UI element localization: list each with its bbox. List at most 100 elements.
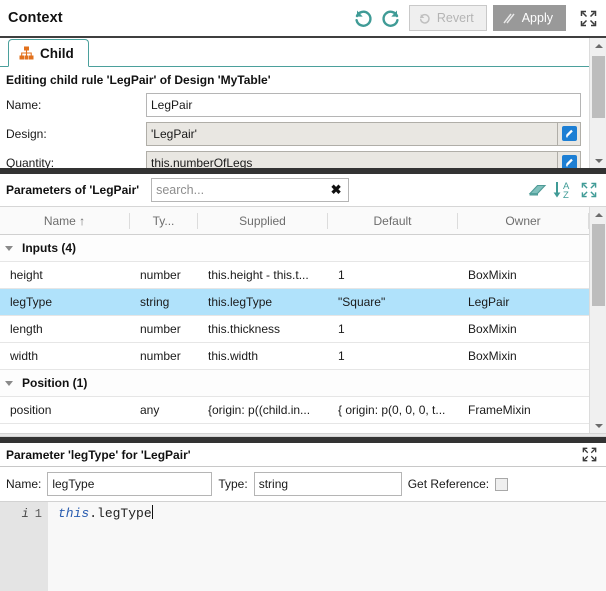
- scroll-up-arrow[interactable]: [590, 207, 606, 222]
- scroll-thumb[interactable]: [592, 56, 605, 118]
- cell-supplied: this.width: [208, 349, 259, 363]
- eraser-icon: [528, 184, 546, 195]
- search-input[interactable]: [151, 178, 350, 202]
- context-header: Context Revert Apply: [0, 0, 606, 38]
- cell-supplied: {origin: p((child.in...: [208, 403, 311, 417]
- eraser-button[interactable]: [524, 177, 550, 203]
- detail-name-input[interactable]: [47, 472, 213, 496]
- group-collapse-toggle[interactable]: [0, 380, 18, 386]
- svg-text:Z: Z: [563, 190, 569, 201]
- parameters-panel: Parameters of 'LegPair' ✖ A Z: [0, 174, 606, 433]
- detail-name-label: Name:: [6, 477, 42, 491]
- cell-name: position: [10, 403, 52, 417]
- gutter-line-1: i 1: [0, 505, 48, 523]
- code-line-1: this.legType: [48, 505, 606, 523]
- redo-button[interactable]: [377, 3, 405, 33]
- chevron-down-icon: [5, 245, 13, 251]
- cell-name: width: [10, 349, 39, 363]
- detail-title: Parameter 'legType' for 'LegPair': [6, 447, 191, 462]
- get-reference-checkbox[interactable]: [495, 477, 509, 491]
- group-collapse-toggle[interactable]: [0, 245, 18, 251]
- cell-default: 1: [338, 349, 345, 363]
- design-control: [146, 121, 581, 146]
- text-caret: [151, 505, 153, 519]
- undo-button[interactable]: [349, 3, 377, 33]
- parameters-table-scrollbar[interactable]: [589, 207, 606, 433]
- chevron-down-icon: [5, 380, 13, 386]
- clear-search-button[interactable]: ✖: [327, 180, 345, 200]
- table-group-row[interactable]: Position (1): [0, 370, 589, 397]
- cell-type: number: [140, 268, 181, 282]
- scroll-down-arrow[interactable]: [590, 153, 606, 168]
- table-row[interactable]: height number this.height - this.t... 1 …: [0, 262, 589, 289]
- detail-type-input[interactable]: [253, 472, 402, 496]
- sort-az-button[interactable]: A Z: [550, 177, 576, 203]
- scroll-thumb[interactable]: [592, 224, 605, 306]
- hierarchy-icon: [19, 46, 34, 59]
- cell-default: 1: [338, 322, 345, 336]
- design-input[interactable]: [146, 121, 558, 146]
- get-reference-label: Get Reference:: [407, 477, 490, 491]
- scroll-down-arrow[interactable]: [590, 418, 606, 433]
- cell-supplied: this.height - this.t...: [208, 268, 309, 282]
- group-label: Position (1): [22, 376, 88, 390]
- apply-brush-icon: [503, 13, 515, 23]
- cell-default: { origin: p(0, 0, 0, t...: [338, 403, 446, 417]
- editor-content[interactable]: this.legType: [48, 502, 606, 591]
- cell-type: number: [140, 322, 181, 336]
- code-keyword-this: this: [58, 506, 90, 521]
- quantity-edit-button[interactable]: [558, 150, 581, 168]
- table-row[interactable]: position any {origin: p((child.in... { o…: [0, 397, 589, 424]
- column-header-default[interactable]: Default: [328, 212, 458, 229]
- revert-button[interactable]: Revert: [408, 5, 487, 31]
- page-title: Context: [8, 10, 63, 26]
- context-editor-window: Context Revert Apply Child Editing child…: [0, 0, 606, 591]
- column-header-type[interactable]: Ty...: [130, 212, 198, 229]
- child-form: Name: Design:: [0, 92, 589, 168]
- table-group-row[interactable]: Inputs (4): [0, 235, 589, 262]
- table-row-selected[interactable]: legType string this.legType "Square" Leg…: [0, 289, 589, 316]
- table-row[interactable]: width number this.width 1 BoxMixin: [0, 343, 589, 370]
- sort-az-icon: A Z: [553, 181, 570, 201]
- column-header-owner[interactable]: Owner: [458, 212, 589, 229]
- apply-button[interactable]: Apply: [492, 5, 566, 31]
- child-panel-scrollbar[interactable]: [589, 38, 606, 168]
- name-input[interactable]: [146, 92, 581, 117]
- cell-name: legType: [10, 295, 53, 309]
- form-row-design: Design:: [6, 121, 589, 146]
- cell-supplied: this.legType: [208, 295, 273, 309]
- form-row-quantity: Quantity:: [6, 150, 589, 168]
- cell-name: height: [10, 268, 43, 282]
- revert-label: Revert: [436, 11, 474, 25]
- apply-label: Apply: [521, 11, 553, 25]
- design-edit-button[interactable]: [558, 121, 581, 146]
- cell-owner: BoxMixin: [468, 322, 517, 336]
- info-marker-icon: i: [21, 507, 29, 521]
- search-container: ✖: [151, 178, 350, 202]
- tab-child[interactable]: Child: [8, 39, 89, 67]
- parameters-table-area: Name ↑ Ty... Supplied Default Owner Inpu…: [0, 206, 606, 433]
- column-header-name[interactable]: Name ↑: [0, 212, 130, 229]
- table-header-row: Name ↑ Ty... Supplied Default Owner: [0, 207, 589, 235]
- expression-editor[interactable]: i 1 this.legType: [0, 501, 606, 591]
- header-toolbar: Revert Apply: [349, 0, 606, 36]
- table-row[interactable]: length number this.thickness 1 BoxMixin: [0, 316, 589, 343]
- code-rest: .legType: [89, 506, 152, 521]
- cell-owner: BoxMixin: [468, 268, 517, 282]
- child-subtitle: Editing child rule 'LegPair' of Design '…: [6, 73, 271, 87]
- maximize-detail-button[interactable]: [576, 443, 602, 468]
- redo-icon: [382, 10, 399, 27]
- sort-ascending-icon: ↑: [79, 213, 86, 228]
- group-label: Inputs (4): [22, 241, 76, 255]
- column-header-supplied[interactable]: Supplied: [198, 212, 328, 229]
- maximize-context-button[interactable]: [574, 4, 602, 32]
- maximize-icon: [580, 10, 596, 26]
- cell-supplied: this.thickness: [208, 322, 281, 336]
- scroll-up-arrow[interactable]: [590, 38, 606, 53]
- child-panel-content: Child Editing child rule 'LegPair' of De…: [0, 38, 589, 168]
- cell-type: any: [140, 403, 160, 417]
- cell-default: "Square": [338, 295, 386, 309]
- tab-strip: Child: [0, 38, 589, 67]
- quantity-input[interactable]: [146, 150, 558, 168]
- maximize-parameters-button[interactable]: [576, 177, 602, 203]
